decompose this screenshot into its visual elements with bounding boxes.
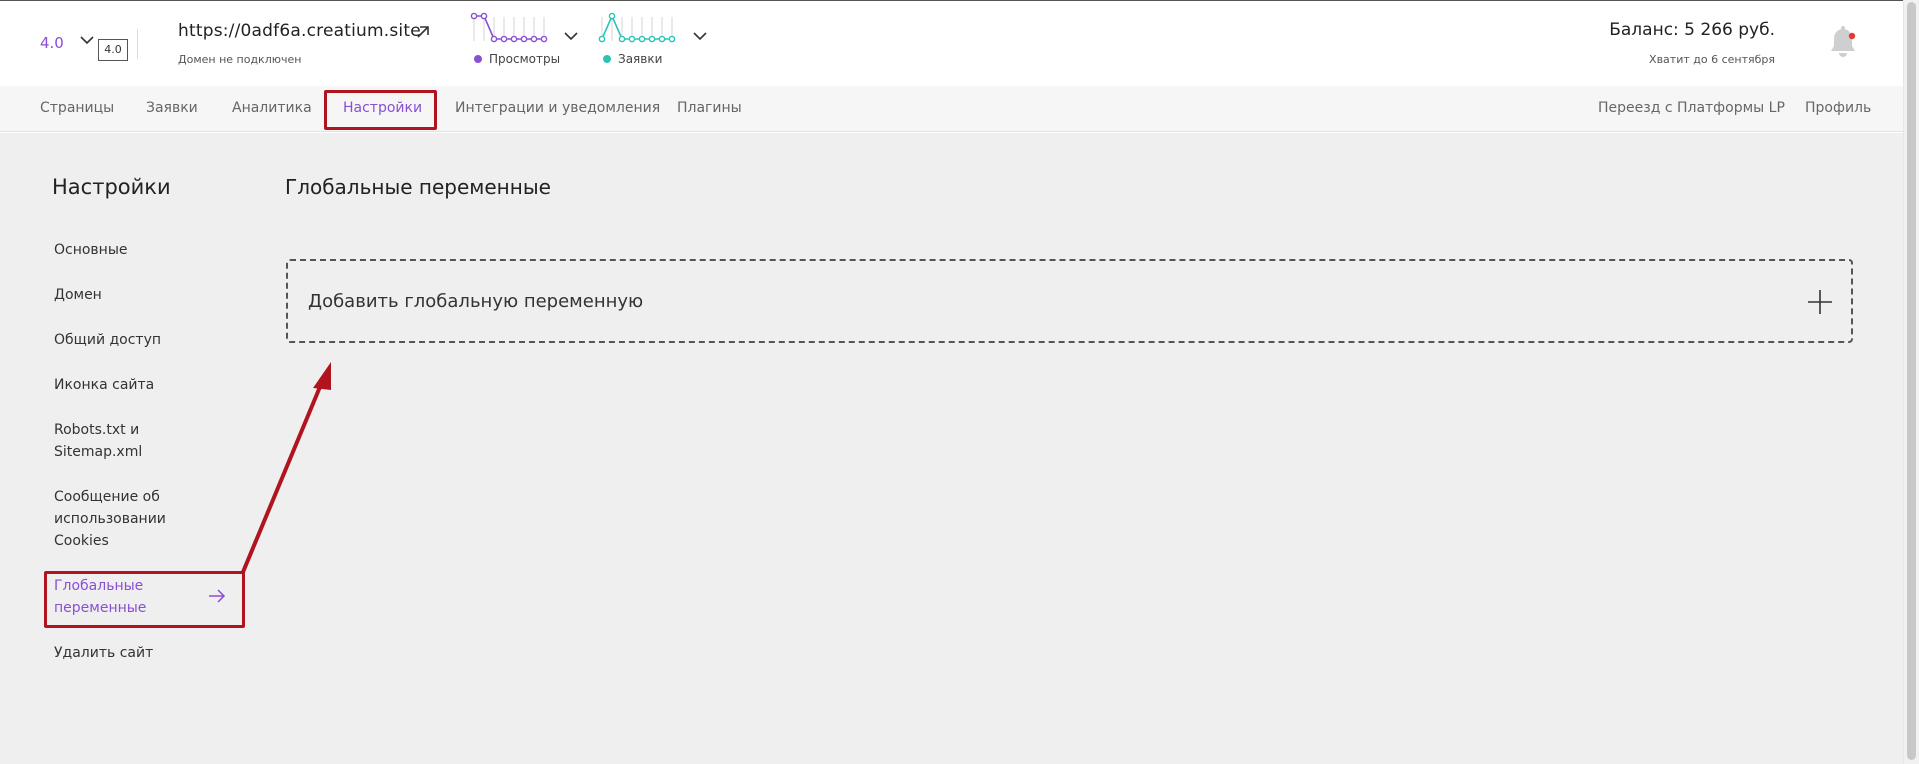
main-nav: Страницы Заявки Аналитика Настройки Инте… — [0, 86, 1903, 132]
scrollbar-thumb[interactable] — [1907, 2, 1916, 760]
nav-settings[interactable]: Настройки — [343, 100, 422, 116]
legend-dot-leads — [603, 55, 611, 63]
notification-dot — [1848, 32, 1856, 40]
nav-plugins[interactable]: Плагины — [677, 100, 742, 116]
sidebar-item-domain[interactable]: Домен — [54, 284, 204, 306]
add-global-variable-button[interactable]: Добавить глобальную переменную — [286, 259, 1853, 343]
chevron-down-icon[interactable] — [80, 35, 94, 45]
version-tooltip: 4.0 — [98, 39, 128, 61]
plus-icon — [1808, 290, 1832, 314]
sidebar-item-cookies[interactable]: Сообщение об использовании Cookies — [54, 486, 174, 552]
arrow-right-icon — [209, 589, 226, 603]
sidebar-title: Настройки — [52, 175, 171, 199]
sidebar-item-sharing[interactable]: Общий доступ — [54, 329, 204, 351]
legend-label: Заявки — [618, 52, 663, 66]
nav-analytics[interactable]: Аналитика — [232, 100, 312, 116]
bell-icon[interactable] — [1828, 25, 1858, 59]
legend-dot-views — [474, 55, 482, 63]
leads-legend: Заявки — [603, 52, 662, 66]
nav-migration[interactable]: Переезд с Платформы LP — [1598, 100, 1785, 116]
site-url-link[interactable]: https://0adf6a.creatium.site — [178, 21, 421, 41]
top-header: 4.0 4.0 https://0adf6a.creatium.site Дом… — [0, 0, 1903, 86]
sidebar-item-delete-site[interactable]: Удалить сайт — [54, 642, 204, 664]
sidebar-item-general[interactable]: Основные — [54, 239, 204, 261]
chevron-down-icon[interactable] — [693, 31, 707, 41]
version-label[interactable]: 4.0 — [40, 34, 64, 52]
sidebar-item-robots[interactable]: Robots.txt и Sitemap.xml — [54, 419, 154, 463]
divider — [137, 29, 138, 59]
views-legend: Просмотры — [474, 52, 560, 66]
sidebar-item-global-variables[interactable]: Глобальные переменные — [54, 575, 164, 619]
sidebar-item-favicon[interactable]: Иконка сайта — [54, 374, 204, 396]
main-area — [0, 133, 1903, 764]
leads-sparkline[interactable] — [598, 11, 682, 47]
views-sparkline[interactable] — [470, 11, 554, 47]
legend-label: Просмотры — [489, 52, 561, 66]
add-global-variable-label: Добавить глобальную переменную — [308, 291, 644, 312]
balance-amount[interactable]: Баланс: 5 266 руб. — [1609, 20, 1775, 40]
external-link-icon[interactable] — [416, 25, 430, 39]
page-title: Глобальные переменные — [285, 175, 551, 199]
chevron-down-icon[interactable] — [564, 31, 578, 41]
nav-integrations[interactable]: Интеграции и уведомления — [455, 100, 660, 116]
domain-status: Домен не подключен — [178, 53, 302, 66]
nav-profile[interactable]: Профиль — [1805, 100, 1871, 116]
nav-leads[interactable]: Заявки — [146, 100, 198, 116]
balance-note: Хватит до 6 сентября — [1649, 53, 1775, 66]
nav-pages[interactable]: Страницы — [40, 100, 114, 116]
page-scrollbar[interactable] — [1903, 0, 1919, 764]
